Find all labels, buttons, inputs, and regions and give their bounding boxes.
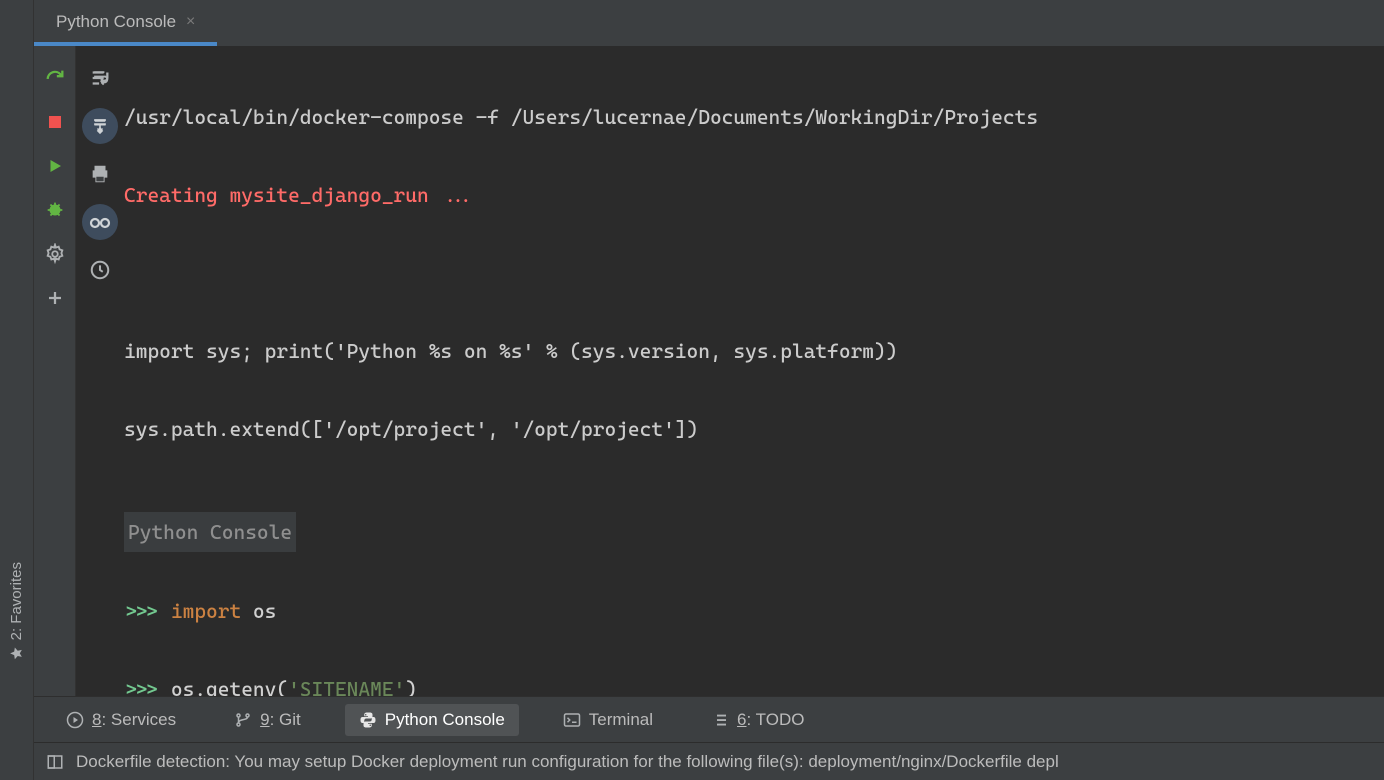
todo-tool-tab[interactable]: 6: TODO	[697, 704, 818, 736]
keyword: import	[171, 599, 241, 623]
console-section-label: Python Console	[124, 512, 296, 552]
settings-button[interactable]	[41, 240, 69, 268]
tab-title: Python Console	[56, 12, 176, 32]
plus-icon	[46, 289, 64, 307]
python-console-tool-tab[interactable]: Python Console	[345, 704, 519, 736]
play-circle-icon	[66, 711, 84, 729]
console-input-line-1: >>> import os	[124, 592, 1384, 632]
status-message: Dockerfile detection: You may setup Dock…	[76, 752, 1059, 772]
bug-icon	[44, 199, 66, 221]
git-branch-icon	[234, 711, 252, 729]
console-toolbar	[34, 46, 76, 696]
scroll-to-end-button[interactable]	[82, 108, 118, 144]
console-output[interactable]: /usr/local/bin/docker-compose -f /Users/…	[124, 46, 1384, 696]
rerun-button[interactable]	[41, 64, 69, 92]
show-variables-button[interactable]	[82, 204, 118, 240]
console-wrap: /usr/local/bin/docker-compose -f /Users/…	[34, 46, 1384, 696]
favorites-label: 2: Favorites	[8, 562, 25, 640]
stop-button[interactable]	[41, 108, 69, 136]
status-bar: Dockerfile detection: You may setup Dock…	[34, 742, 1384, 780]
history-button[interactable]	[82, 252, 118, 288]
git-tool-tab[interactable]: 9: Git	[220, 704, 315, 736]
console-input-line-2: >>> os.getenv('SITENAME')	[124, 670, 1384, 696]
console-tab-bar: Python Console ×	[34, 0, 1384, 46]
glasses-icon	[88, 210, 112, 234]
console-import-sys-line: import sys; print('Python %s on %s' % (s…	[124, 332, 1384, 372]
print-button[interactable]	[82, 156, 118, 192]
services-tool-tab[interactable]: 8: Services	[52, 704, 190, 736]
rerun-icon	[44, 67, 66, 89]
stop-icon	[46, 113, 64, 131]
bottom-tool-bar: 8: Services 9: Git Python Console Termin…	[34, 696, 1384, 742]
gear-icon	[44, 243, 66, 265]
prompt-marker: >>>	[124, 599, 159, 623]
favorites-tool-tab[interactable]: 2: Favorites	[8, 562, 25, 660]
close-tab-icon[interactable]: ×	[186, 13, 195, 31]
window-icon[interactable]	[46, 753, 64, 771]
history-icon	[89, 259, 111, 281]
debug-button[interactable]	[41, 196, 69, 224]
python-console-tab[interactable]: Python Console ×	[34, 2, 217, 46]
console-creating-line: Creating mysite_django_run ...	[124, 176, 1384, 216]
list-icon	[711, 711, 729, 729]
console-side-actions	[76, 46, 124, 696]
execute-button[interactable]	[41, 152, 69, 180]
soft-wrap-icon	[89, 67, 111, 89]
star-icon	[10, 646, 24, 660]
print-icon	[89, 163, 111, 185]
new-console-button[interactable]	[41, 284, 69, 312]
terminal-icon	[563, 711, 581, 729]
play-icon	[46, 157, 64, 175]
prompt-marker: >>>	[124, 677, 159, 696]
terminal-tool-tab[interactable]: Terminal	[549, 704, 667, 736]
left-gutter: 2: Favorites	[0, 0, 34, 780]
console-syspath-line: sys.path.extend(['/opt/project', '/opt/p…	[124, 410, 1384, 450]
python-icon	[359, 711, 377, 729]
console-command-line: /usr/local/bin/docker-compose -f /Users/…	[124, 98, 1384, 138]
scroll-end-icon	[90, 116, 110, 136]
main-column: Python Console ×	[34, 0, 1384, 780]
soft-wrap-button[interactable]	[82, 60, 118, 96]
